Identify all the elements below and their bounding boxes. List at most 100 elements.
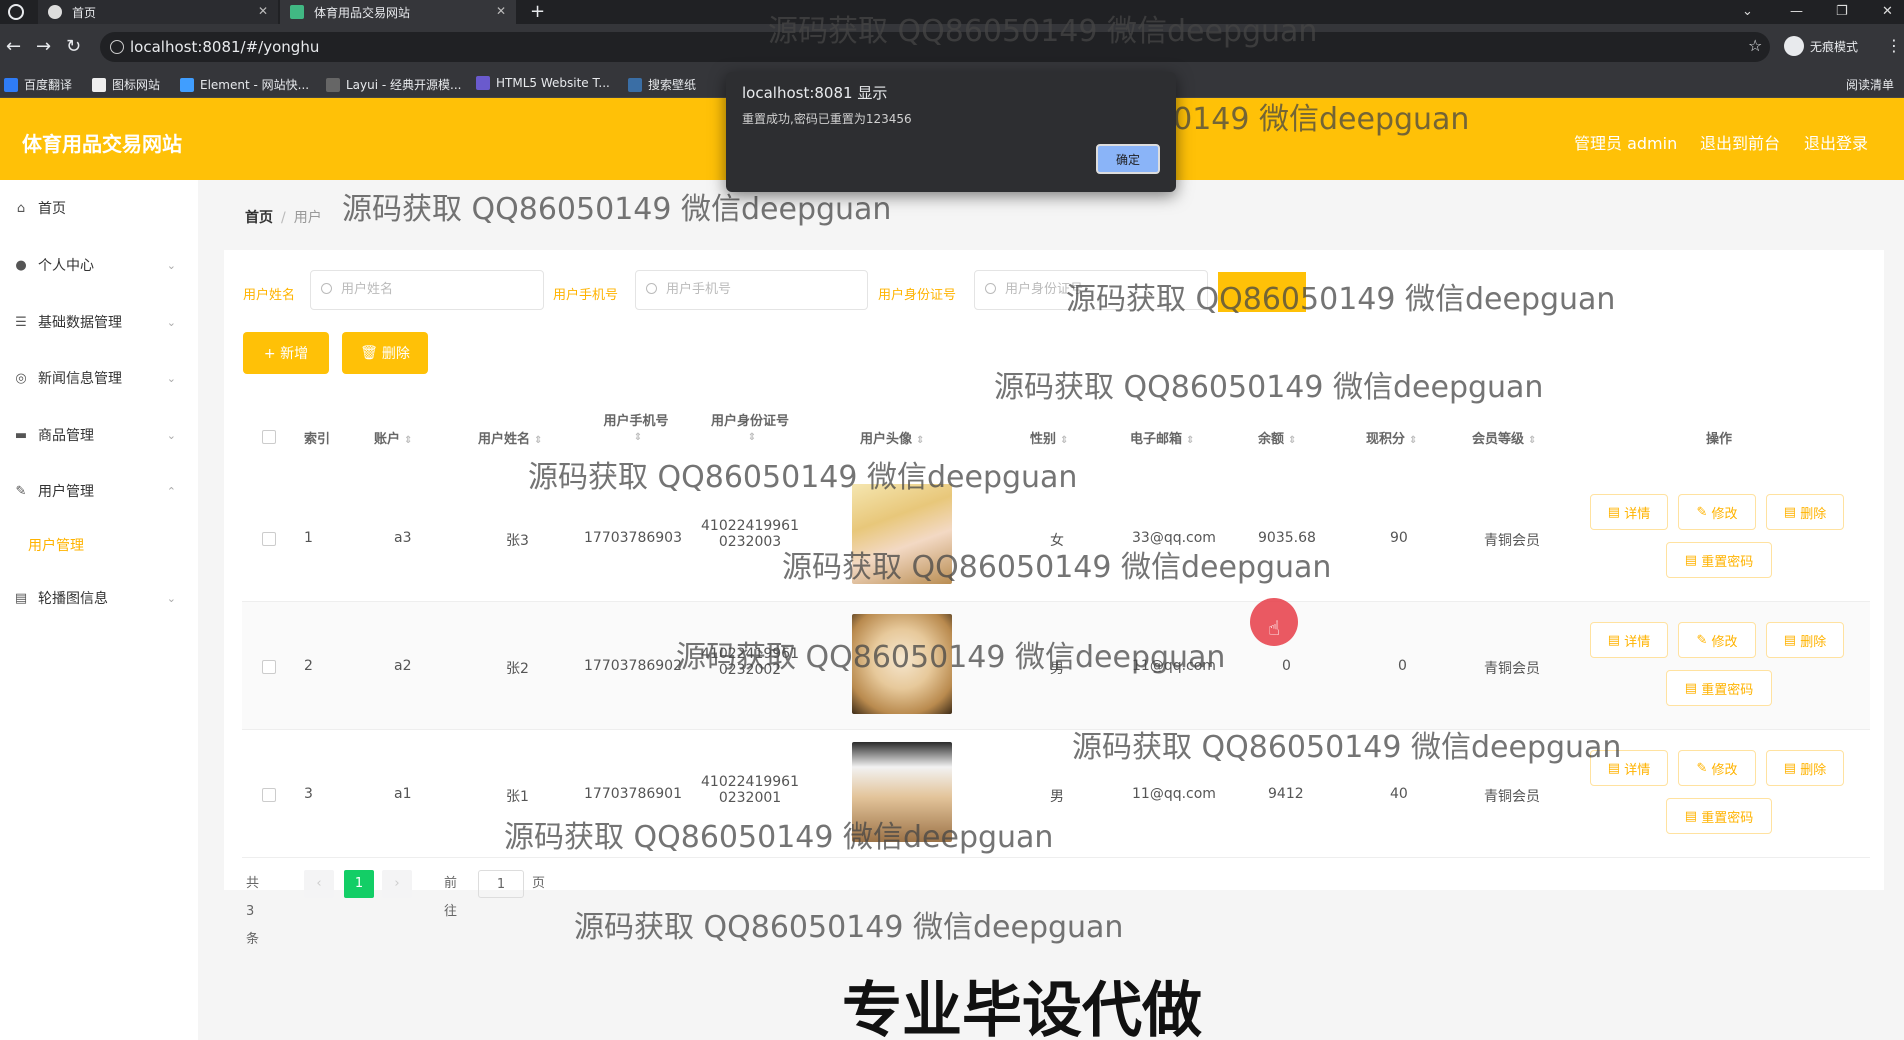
close-icon[interactable]: ✕ [496,4,506,18]
search-icon [321,283,332,294]
header-name[interactable]: 用户姓名 ⇕ [478,428,542,447]
header-points[interactable]: 现积分 ⇕ [1366,428,1417,447]
header-index-label: 索引 [304,432,331,447]
more-icon[interactable]: ⋮ [1886,36,1902,55]
breadcrumb-home[interactable]: 首页 [245,210,273,226]
add-button[interactable]: + 新增 [243,332,329,374]
back-icon[interactable]: ← [6,36,21,57]
logout-link[interactable]: 退出登录 [1804,130,1868,154]
cell-phone: 17703786901 [584,786,682,802]
edit-button[interactable]: ✎ 修改 [1678,494,1756,530]
sidebar-item-carousel[interactable]: ▤ 轮播图信息 ⌄ [0,578,198,618]
close-icon[interactable]: ✕ [258,4,268,18]
next-page-button[interactable]: › [382,870,412,898]
sort-icon[interactable]: ⇕ [1186,435,1194,446]
edit-button[interactable]: ✎ 修改 [1678,622,1756,658]
sort-icon[interactable]: ⇕ [748,432,756,443]
batch-delete-button[interactable]: 🗑 删除 [342,332,428,374]
tab-site[interactable]: 体育用品交易网站 ✕ [280,0,516,24]
star-icon[interactable]: ☆ [1748,36,1762,55]
edit-label: 修改 [1711,762,1738,778]
prev-page-button[interactable]: ‹ [304,870,334,898]
sort-icon[interactable]: ⇕ [404,435,412,446]
bookmark-item[interactable]: Element - 网站快... [180,76,309,93]
search-phone-label: 用户手机号 [553,288,619,303]
cell-balance: 9412 [1268,786,1304,802]
sort-icon[interactable]: ⇕ [534,435,542,446]
sort-icon[interactable]: ⇕ [1060,435,1068,446]
sort-icon[interactable]: ⇕ [916,435,924,446]
header-avatar[interactable]: 用户头像 ⇕ [860,428,924,447]
bookmark-item[interactable]: 搜索壁纸 [628,76,696,93]
sort-icon[interactable]: ⇕ [1409,435,1417,446]
search-phone-input[interactable]: 用户手机号 [635,270,868,310]
chevron-down-icon[interactable]: ⌄ [1742,0,1753,24]
row-checkbox[interactable] [262,788,276,802]
reset-password-button[interactable]: ▤ 重置密码 [1666,798,1772,834]
goto-page-input[interactable]: 1 [478,870,524,898]
browser-icon[interactable] [8,4,24,20]
delete-button[interactable]: ▤ 删除 [1766,622,1844,658]
edit-button[interactable]: ✎ 修改 [1678,750,1756,786]
header-phone[interactable]: 用户手机号 ⇕ [594,410,678,444]
select-all-checkbox[interactable] [262,430,276,444]
bookmark-label: Element - 网站快... [200,78,310,92]
delete-button[interactable]: ▤ 删除 [1766,750,1844,786]
sidebar-item-news[interactable]: ◎ 新闻信息管理 ⌄ [0,358,198,398]
detail-button[interactable]: ▤ 详情 [1590,494,1668,530]
sort-icon[interactable]: ⇕ [1288,435,1296,446]
cell-idcard-part1: 41022419961 [701,774,799,790]
reset-password-button[interactable]: ▤ 重置密码 [1666,542,1772,578]
new-tab-button[interactable]: + [530,0,545,24]
header-index[interactable]: 索引 [304,428,330,447]
cell-index: 3 [304,786,313,802]
minimize-icon[interactable]: — [1790,0,1803,24]
watermark: 源码获取 QQ86050149 微信deepguan [994,370,1544,405]
header-level-label: 会员等级 [1472,432,1525,447]
breadcrumb-separator: / [281,210,286,226]
header-email[interactable]: 电子邮箱 ⇕ [1130,428,1194,447]
header-gender[interactable]: 性别 ⇕ [1030,428,1068,447]
header-idcard[interactable]: 用户身份证号 ⇕ [700,410,800,444]
sidebar-subitem-user-manage[interactable]: 用户管理 [28,535,84,555]
sidebar-item-users[interactable]: ✎ 用户管理 ⌃ [0,471,198,511]
briefcase-icon: ▬ [14,427,28,443]
row-checkbox[interactable] [262,660,276,674]
detail-button[interactable]: ▤ 详情 [1590,622,1668,658]
close-window-icon[interactable]: ✕ [1882,0,1893,24]
delete-label: 删除 [1800,634,1827,650]
sort-icon[interactable]: ⇕ [1528,435,1536,446]
search-name-input[interactable]: 用户姓名 [310,270,544,310]
page-number[interactable]: 1 [344,870,374,898]
bookmark-item[interactable]: 百度翻译 [4,76,72,93]
watermark: 源码获取 QQ86050149 微信deepguan [574,910,1124,945]
reset-password-button[interactable]: ▤ 重置密码 [1666,670,1772,706]
header-account[interactable]: 账户 ⇕ [374,428,412,447]
header-idcard-label: 用户身份证号 [710,414,789,429]
bookmark-label: 百度翻译 [24,78,73,92]
bookmark-item[interactable]: 图标网站 [92,76,160,93]
edit-label: 修改 [1711,634,1738,650]
sidebar-item-basic-data[interactable]: ☰ 基础数据管理 ⌄ [0,302,198,342]
restore-icon[interactable]: ❐ [1836,0,1848,24]
dialog-ok-button[interactable]: 确定 [1096,144,1160,174]
delete-button[interactable]: ▤ 删除 [1766,494,1844,530]
sort-icon[interactable]: ⇕ [634,432,642,443]
row-checkbox[interactable] [262,532,276,546]
tab-home[interactable]: 首页 ✕ [38,0,278,24]
forward-icon[interactable]: → [36,36,51,57]
back-to-front-link[interactable]: 退出到前台 [1700,130,1780,154]
reading-list-button[interactable]: 阅读清单 [1846,76,1894,93]
incognito-badge[interactable]: 无痕模式 [1784,36,1858,56]
header-gender-label: 性别 [1030,432,1057,447]
bookmark-item[interactable]: Layui - 经典开源模... [326,76,461,93]
bookmark-item[interactable]: HTML5 Website T... [476,76,610,90]
header-level[interactable]: 会员等级 ⇕ [1472,428,1536,447]
sidebar-item-home[interactable]: ⌂ 首页 [0,188,198,228]
sidebar-item-profile[interactable]: ● 个人中心 ⌄ [0,245,198,285]
reload-icon[interactable]: ↻ [66,36,81,57]
info-icon[interactable] [110,40,124,54]
header-balance[interactable]: 余额 ⇕ [1258,428,1296,447]
watermark: 源码获取 QQ86050149 微信deepguan [1072,730,1622,765]
sidebar-item-goods[interactable]: ▬ 商品管理 ⌄ [0,415,198,455]
